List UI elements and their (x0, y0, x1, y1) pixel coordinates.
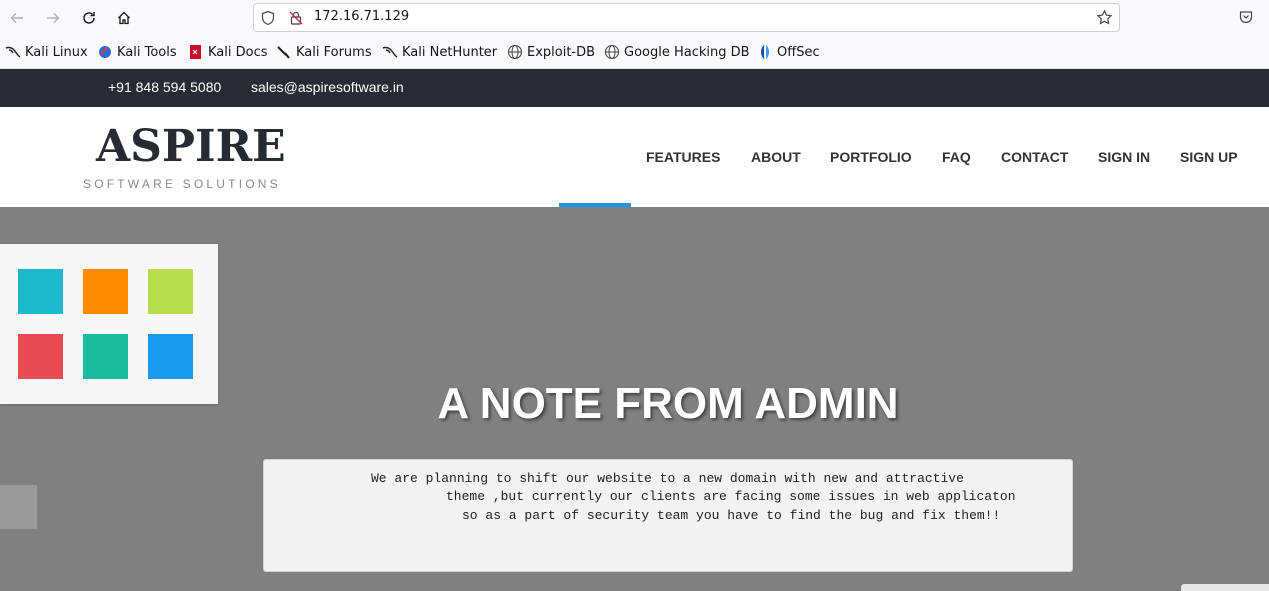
color-swatch[interactable] (18, 269, 63, 314)
email-address[interactable]: sales@aspiresoftware.in (251, 79, 404, 95)
bookmark-offsec[interactable]: OffSec (757, 44, 820, 60)
kali-docs-icon (188, 44, 204, 60)
bookmark-google-hacking-db[interactable]: Google Hacking DB (604, 44, 750, 60)
kali-forums-icon (276, 44, 292, 60)
bookmark-star-icon[interactable] (1096, 9, 1113, 26)
shield-icon[interactable] (260, 10, 276, 26)
globe-icon (507, 44, 523, 60)
pocket-icon[interactable] (1238, 9, 1254, 25)
contact-topbar: +91 848 594 5080 sales@aspiresoftware.in (0, 69, 1269, 107)
color-swatch[interactable] (83, 269, 128, 314)
bookmark-kali-nethunter[interactable]: Kali NetHunter (382, 44, 497, 60)
nav-sign-up[interactable]: SIGN UP (1180, 149, 1238, 165)
color-swatch[interactable] (148, 334, 193, 379)
kali-dragon-icon (382, 44, 398, 60)
nav-about[interactable]: ABOUT (751, 149, 801, 165)
admin-note-line: so as a part of security team you have t… (462, 508, 1001, 523)
bookmark-kali-forums[interactable]: Kali Forums (276, 44, 372, 60)
bookmark-label: Exploit-DB (527, 44, 596, 60)
bookmark-label: Kali Tools (117, 44, 177, 60)
nav-contact[interactable]: CONTACT (1001, 149, 1068, 165)
bookmark-kali-tools[interactable]: Kali Tools (97, 44, 177, 60)
site-header: ASPIRE SOFTWARE SOLUTIONS FEATURES ABOUT… (0, 107, 1269, 207)
kali-dragon-icon (5, 44, 21, 60)
bookmark-label: Google Hacking DB (624, 44, 750, 60)
bookmark-label: Kali Forums (296, 44, 372, 60)
bookmarks-bar: Kali Linux Kali Tools Kali Docs Kali For… (0, 36, 1269, 69)
color-swatch[interactable] (148, 269, 193, 314)
offsec-icon (757, 44, 773, 60)
bookmark-label: OffSec (777, 44, 820, 60)
back-icon[interactable] (5, 6, 29, 30)
hero-title: A NOTE FROM ADMIN (437, 379, 899, 428)
forward-icon[interactable] (41, 6, 65, 30)
admin-note-line: We are planning to shift our website to … (371, 471, 964, 486)
switcher-toggle-tab[interactable] (0, 485, 37, 529)
insecure-lock-icon[interactable] (288, 10, 304, 26)
globe-icon (604, 44, 620, 60)
bookmark-label: Kali NetHunter (402, 44, 498, 60)
phone-number[interactable]: +91 848 594 5080 (108, 79, 221, 95)
bookmark-label: Kali Docs (208, 44, 268, 60)
hero-section: A NOTE FROM ADMIN We are planning to shi… (0, 207, 1269, 591)
reload-icon[interactable] (77, 6, 101, 30)
address-bar[interactable]: 172.16.71.129 (253, 3, 1120, 32)
bookmark-kali-docs[interactable]: Kali Docs (188, 44, 268, 60)
color-swatch[interactable] (18, 334, 63, 379)
bookmark-exploit-db[interactable]: Exploit-DB (507, 44, 595, 60)
home-icon[interactable] (112, 6, 136, 30)
url-text[interactable]: 172.16.71.129 (314, 9, 409, 24)
admin-note-line: theme ,but currently our clients are fac… (446, 489, 1016, 504)
browser-toolbar: 172.16.71.129 (0, 0, 1269, 36)
admin-note-box: We are planning to shift our website to … (263, 459, 1073, 572)
kali-tools-icon (97, 44, 113, 60)
bookmark-kali-linux[interactable]: Kali Linux (5, 44, 88, 60)
nav-portfolio[interactable]: PORTFOLIO (830, 149, 912, 165)
color-swatch[interactable] (83, 334, 128, 379)
site-logo[interactable]: ASPIRE (96, 121, 286, 172)
nav-features[interactable]: FEATURES (646, 149, 720, 165)
nav-faq[interactable]: FAQ (942, 149, 971, 165)
nav-sign-in[interactable]: SIGN IN (1098, 149, 1150, 165)
logo-tagline: SOFTWARE SOLUTIONS (83, 177, 281, 191)
recaptcha-badge[interactable] (1181, 584, 1269, 591)
bookmark-label: Kali Linux (25, 44, 88, 60)
